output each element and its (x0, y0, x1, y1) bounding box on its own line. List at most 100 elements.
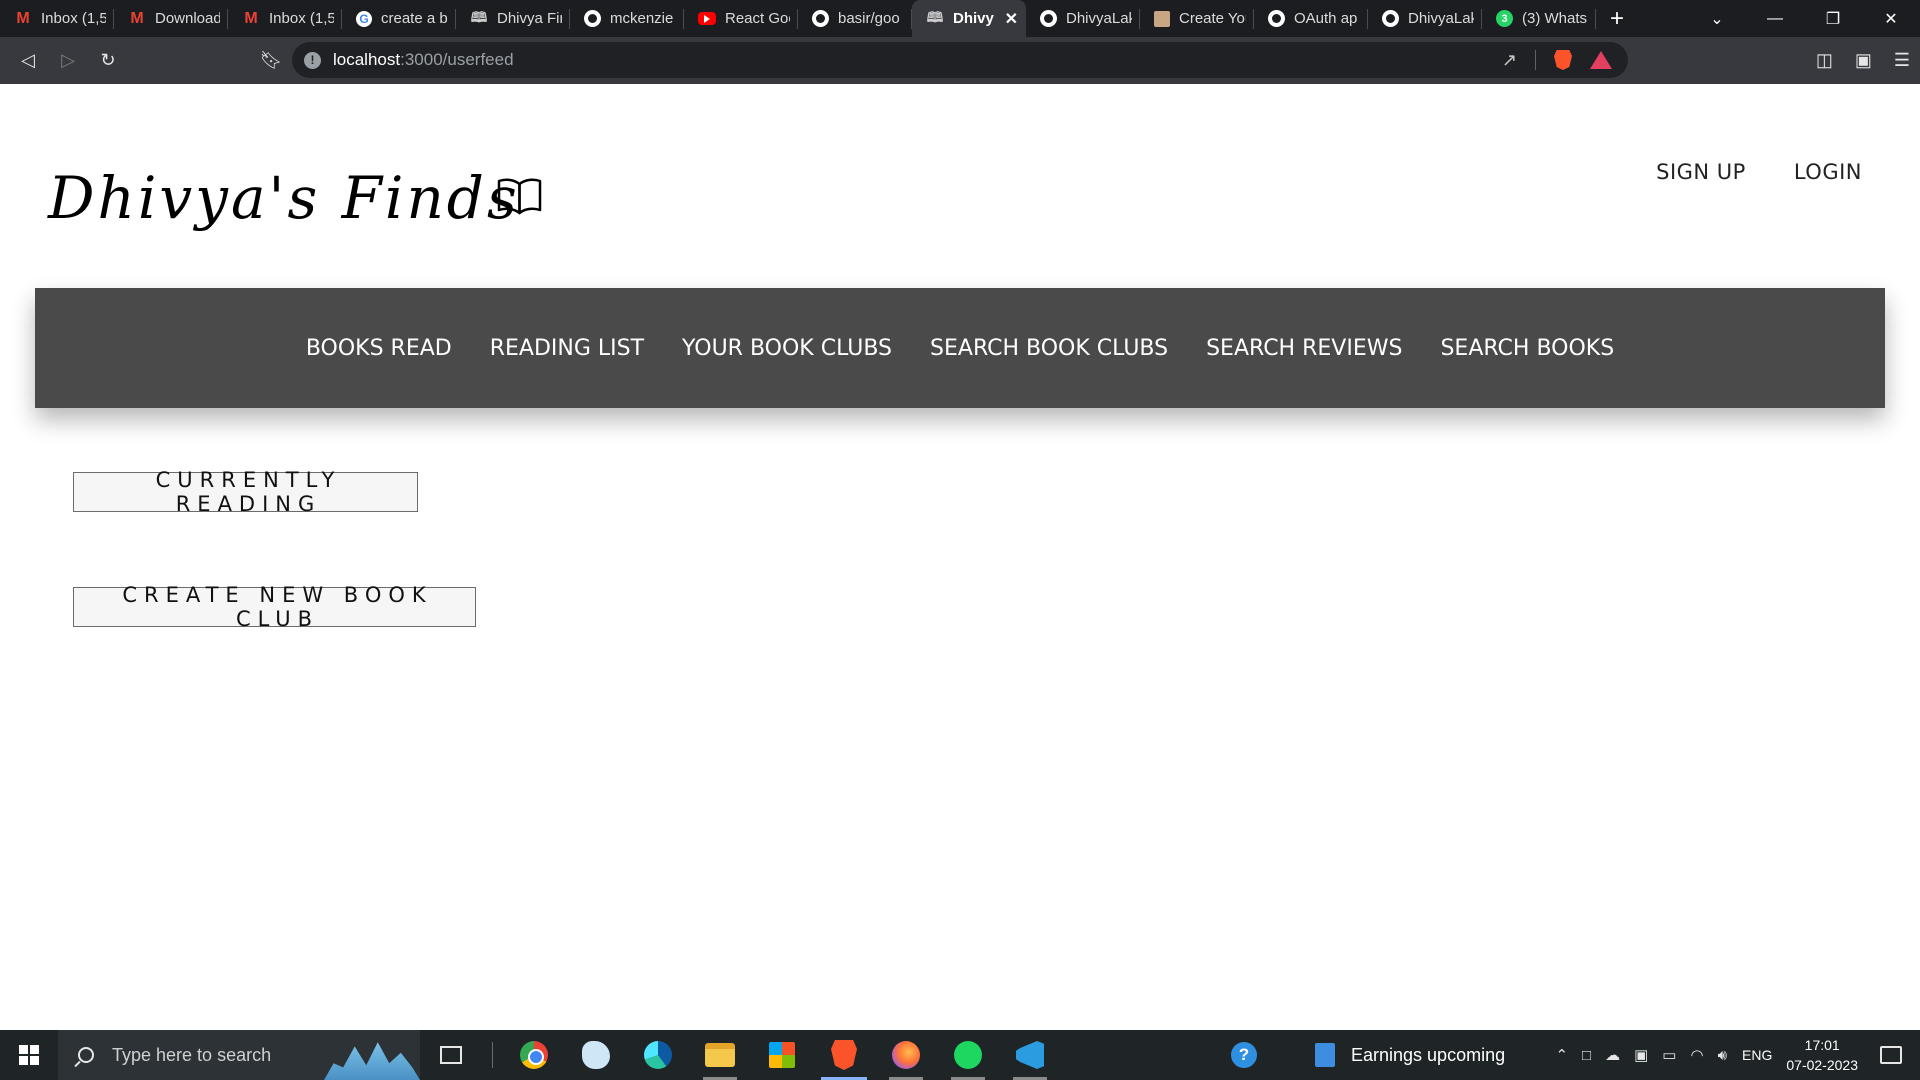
reload-icon[interactable]: ↻ (88, 50, 128, 71)
tab-label: DhivyaLak (1408, 10, 1474, 27)
search-highlight-art-icon (324, 1042, 420, 1080)
photo-icon (1154, 10, 1170, 27)
vscode-taskbar-button[interactable] (999, 1030, 1061, 1080)
whatsapp-icon: 3 (1496, 10, 1513, 27)
browser-tab[interactable]: 3 (3) Whats (1482, 0, 1596, 37)
folder-icon (705, 1043, 735, 1067)
site-logo[interactable]: Dhivya's Finds (48, 164, 520, 232)
volume-icon[interactable]: 🔊︎ (1718, 1047, 1727, 1064)
nav-books-read[interactable]: BOOKS READ (306, 336, 452, 361)
browser-tab[interactable]: DhivyaLak (1368, 0, 1482, 37)
tab-label: Dhivya Fin (497, 10, 562, 27)
browser-tab[interactable]: Create You (1140, 0, 1254, 37)
system-tray: ⌃ □ ☁ ▣ ▭ ◠ 🔊︎ ENG 17:01 07-02-2023 (1548, 1030, 1920, 1080)
browser-tab[interactable]: mckenzie (570, 0, 684, 37)
tab-label: DhivyaLak (1066, 10, 1132, 27)
cloud-icon[interactable]: ☁ (1605, 1046, 1620, 1064)
windows-logo-icon (19, 1045, 39, 1065)
divider (1535, 50, 1536, 70)
browser-tab[interactable]: Gcreate a b (342, 0, 456, 37)
battery-icon[interactable]: ▭ (1662, 1046, 1676, 1064)
browser-tab[interactable]: OAuth ap (1254, 0, 1368, 37)
taskbar-search[interactable]: Type here to search (58, 1030, 420, 1080)
url-text[interactable]: localhost:3000/userfeed (333, 50, 514, 70)
edge-taskbar-button[interactable] (627, 1030, 689, 1080)
gmail-icon: M (16, 9, 30, 27)
display-icon[interactable]: ▣ (1634, 1046, 1648, 1064)
github-icon (584, 10, 601, 27)
meet-icon[interactable]: □ (1582, 1047, 1591, 1064)
address-bar[interactable]: ! localhost:3000/userfeed ↗ (292, 42, 1628, 78)
wifi-icon[interactable]: ◠ (1690, 1046, 1703, 1064)
browser-tab[interactable]: basir/goo (798, 0, 912, 37)
chevron-up-icon[interactable]: ⌃ (1555, 1046, 1568, 1064)
nav-search-reviews[interactable]: SEARCH REVIEWS (1206, 336, 1402, 361)
store-taskbar-button[interactable] (751, 1030, 813, 1080)
help-taskbar-button[interactable]: ? (1213, 1030, 1275, 1080)
language-indicator[interactable]: ENG (1742, 1047, 1772, 1063)
chrome-icon (520, 1041, 548, 1069)
create-book-club-button[interactable]: CREATE NEW BOOK CLUB (73, 583, 476, 631)
task-view-button[interactable] (420, 1030, 482, 1080)
spotify-taskbar-button[interactable] (937, 1030, 999, 1080)
sidebar-icon[interactable]: ◫ (1816, 50, 1833, 71)
new-tab-button[interactable]: + (1610, 5, 1634, 33)
youtube-icon (698, 12, 716, 25)
auth-links: SIGN UP LOGIN (1656, 160, 1862, 184)
divider (492, 1042, 493, 1068)
browser-tab[interactable]: React Goo (684, 0, 798, 37)
paint-taskbar-button[interactable] (565, 1030, 627, 1080)
news-widget[interactable]: Earnings upcoming (1315, 1043, 1505, 1067)
url-path: :3000/userfeed (400, 50, 514, 69)
brave-icon (831, 1040, 857, 1070)
close-icon[interactable]: ✕ (1005, 9, 1018, 29)
nav-reading-list[interactable]: READING LIST (490, 336, 644, 361)
clock-date: 07-02-2023 (1786, 1057, 1858, 1073)
spotify-icon (954, 1041, 982, 1069)
browser-tab[interactable]: M Download (114, 0, 228, 37)
browser-tab[interactable]: DhivyaLak (1026, 0, 1140, 37)
back-icon[interactable]: ◁ (8, 50, 48, 71)
browser-tab[interactable]: 🕮 Dhivya Fin (456, 0, 570, 37)
currently-reading-button[interactable]: CURRENTLY READING (73, 468, 418, 516)
search-placeholder: Type here to search (112, 1044, 272, 1065)
share-icon[interactable]: ↗ (1502, 50, 1517, 71)
task-view-icon (440, 1046, 462, 1064)
brave-rewards-icon[interactable] (1590, 51, 1612, 69)
nav-search-book-clubs[interactable]: SEARCH BOOK CLUBS (930, 336, 1168, 361)
menu-icon[interactable]: ☰ (1894, 50, 1910, 71)
nav-your-book-clubs[interactable]: YOUR BOOK CLUBS (682, 336, 892, 361)
brave-taskbar-button[interactable] (813, 1030, 875, 1080)
start-button[interactable] (0, 1030, 58, 1080)
firefox-taskbar-button[interactable] (875, 1030, 937, 1080)
login-link[interactable]: LOGIN (1794, 160, 1862, 184)
nav-search-books[interactable]: SEARCH BOOKS (1440, 336, 1614, 361)
site-info-icon[interactable]: ! (304, 51, 321, 69)
forward-icon[interactable]: ▷ (48, 50, 88, 71)
brave-shields-icon[interactable] (1554, 50, 1572, 70)
notification-icon[interactable] (1880, 1046, 1902, 1064)
browser-tab[interactable]: M Inbox (1,5 (0, 0, 114, 37)
minimize-icon[interactable]: — (1746, 10, 1804, 28)
sign-up-link[interactable]: SIGN UP (1656, 160, 1746, 184)
browser-tab[interactable]: M Inbox (1,5 (228, 0, 342, 37)
browser-tab-active[interactable]: 🕮 Dhivy ✕ (912, 0, 1026, 37)
book-icon: 🕮 (470, 8, 488, 25)
edge-icon (644, 1041, 672, 1069)
bookmark-icon[interactable]: 🔖︎ (251, 50, 291, 71)
tab-label: Download (155, 10, 220, 27)
file-explorer-taskbar-button[interactable] (689, 1030, 751, 1080)
gmail-icon: M (130, 9, 144, 27)
wallet-icon[interactable]: ▣ (1855, 50, 1872, 71)
restore-icon[interactable]: ❐ (1804, 9, 1862, 29)
tab-label: (3) Whats (1522, 10, 1588, 27)
close-window-icon[interactable]: ✕ (1862, 9, 1920, 29)
chrome-taskbar-button[interactable] (503, 1030, 565, 1080)
help-icon: ? (1231, 1042, 1257, 1068)
clock-time: 17:01 (1804, 1037, 1840, 1053)
chart-icon (1315, 1043, 1335, 1067)
toolbar-right: ◫ ▣ ☰ (1816, 37, 1910, 84)
clock[interactable]: 17:01 07-02-2023 (1786, 1035, 1858, 1075)
book-icon: 🕮 (926, 8, 944, 25)
tab-search-chevron-icon[interactable]: ⌄ (1688, 9, 1746, 29)
